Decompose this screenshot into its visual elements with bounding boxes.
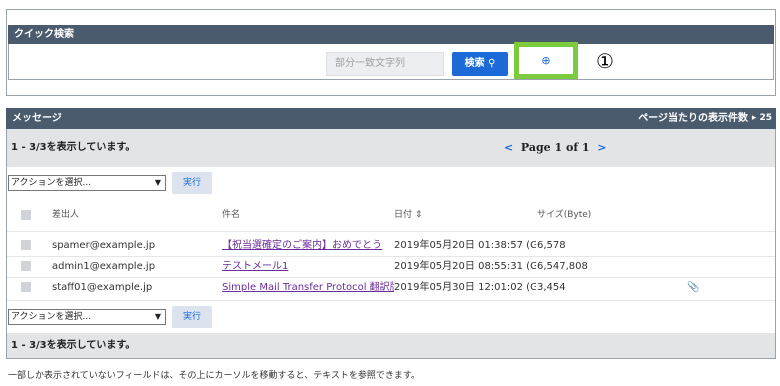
page-label: Page 1 of 1 [520, 141, 590, 154]
row-from: spamer@example.jp [52, 240, 156, 251]
zoom-icon: ⊕ [541, 54, 551, 67]
table-row: staff01@example.jp Simple Mail Transfer … [7, 278, 775, 297]
action-select-top[interactable]: アクションを選択... ▼ [8, 175, 166, 191]
prev-page-icon[interactable]: < [504, 141, 513, 154]
select-all-checkbox[interactable] [21, 210, 31, 220]
action-select-value: アクションを選択... [11, 178, 92, 188]
next-page-icon[interactable]: > [597, 141, 606, 154]
magnifier-icon: ⚲ [488, 58, 496, 69]
per-page-select[interactable]: ▸ 25 [752, 108, 772, 129]
divider [7, 300, 775, 301]
caret-down-icon: ▼ [154, 178, 161, 187]
row-date: 2019年05月20日 08:55:31 (GMT [394, 261, 536, 272]
execute-button-top[interactable]: 実行 [172, 172, 212, 194]
quick-search-title: クイック検索 [8, 25, 774, 44]
paperclip-icon: 📎 [687, 282, 700, 293]
footnote: 一部しか表示されていないフィールドは、その上にカーソルを移動すると、テキストを参… [8, 371, 421, 381]
row-from: staff01@example.jp [52, 282, 153, 293]
messages-title: メッセージ [12, 113, 62, 124]
search-button-label: 検索 [464, 58, 485, 69]
showing-count-top: 1 - 3/3を表示しています。 [6, 129, 776, 167]
action-select-bottom[interactable]: アクションを選択... ▼ [8, 309, 166, 325]
subject-link[interactable]: テストメール1 [222, 261, 288, 272]
subject-link[interactable]: Simple Mail Transfer Protocol 翻訳版 [222, 282, 394, 293]
row-from: admin1@example.jp [52, 261, 156, 272]
row-date: 2019年05月20日 01:38:57 (GMT [394, 240, 536, 251]
caret-down-icon: ▼ [154, 312, 161, 321]
subject-link[interactable]: 【祝当選確定のご案内】おめでとう [222, 240, 382, 251]
table-row: spamer@example.jp 【祝当選確定のご案内】おめでとう 2019年… [7, 236, 775, 255]
column-date[interactable]: 日付 ⇕ [394, 206, 536, 225]
row-size: 3,454 [537, 282, 566, 293]
search-input[interactable]: 部分一致文字列 [326, 52, 444, 76]
row-subject[interactable]: Simple Mail Transfer Protocol 翻訳版 [222, 278, 394, 297]
showing-count-bottom: 1 - 3/3を表示しています。 [6, 333, 776, 359]
per-page-label: ページ当たりの表示件数 [638, 113, 748, 124]
messages-header: メッセージ ページ当たりの表示件数 ▸ 25 [6, 108, 776, 129]
column-from[interactable]: 差出人 [52, 206, 222, 225]
row-date: 2019年05月30日 12:01:02 (GMT [394, 282, 536, 293]
table-header-row: 差出人 件名 日付 ⇕ サイズ(Byte) [7, 206, 775, 225]
row-subject[interactable]: 【祝当選確定のご案内】おめでとう [222, 236, 394, 255]
column-size[interactable]: サイズ(Byte) [537, 206, 657, 225]
annotation-number: ① [596, 49, 614, 73]
search-button[interactable]: 検索 ⚲ [452, 52, 508, 76]
execute-button-bottom[interactable]: 実行 [172, 306, 212, 328]
table-row: admin1@example.jp テストメール1 2019年05月20日 08… [7, 257, 775, 276]
row-size: 6,547,808 [537, 261, 588, 272]
row-checkbox[interactable] [21, 282, 31, 292]
action-select-value: アクションを選択... [11, 312, 92, 322]
row-size: 6,578 [537, 240, 566, 251]
divider [7, 231, 775, 232]
row-checkbox[interactable] [21, 240, 31, 250]
row-subject[interactable]: テストメール1 [222, 257, 394, 276]
row-checkbox[interactable] [21, 261, 31, 271]
advanced-search-button[interactable]: ⊕ [514, 42, 578, 79]
pager: < Page 1 of 1 > [504, 129, 624, 167]
column-subject[interactable]: 件名 [222, 206, 394, 225]
